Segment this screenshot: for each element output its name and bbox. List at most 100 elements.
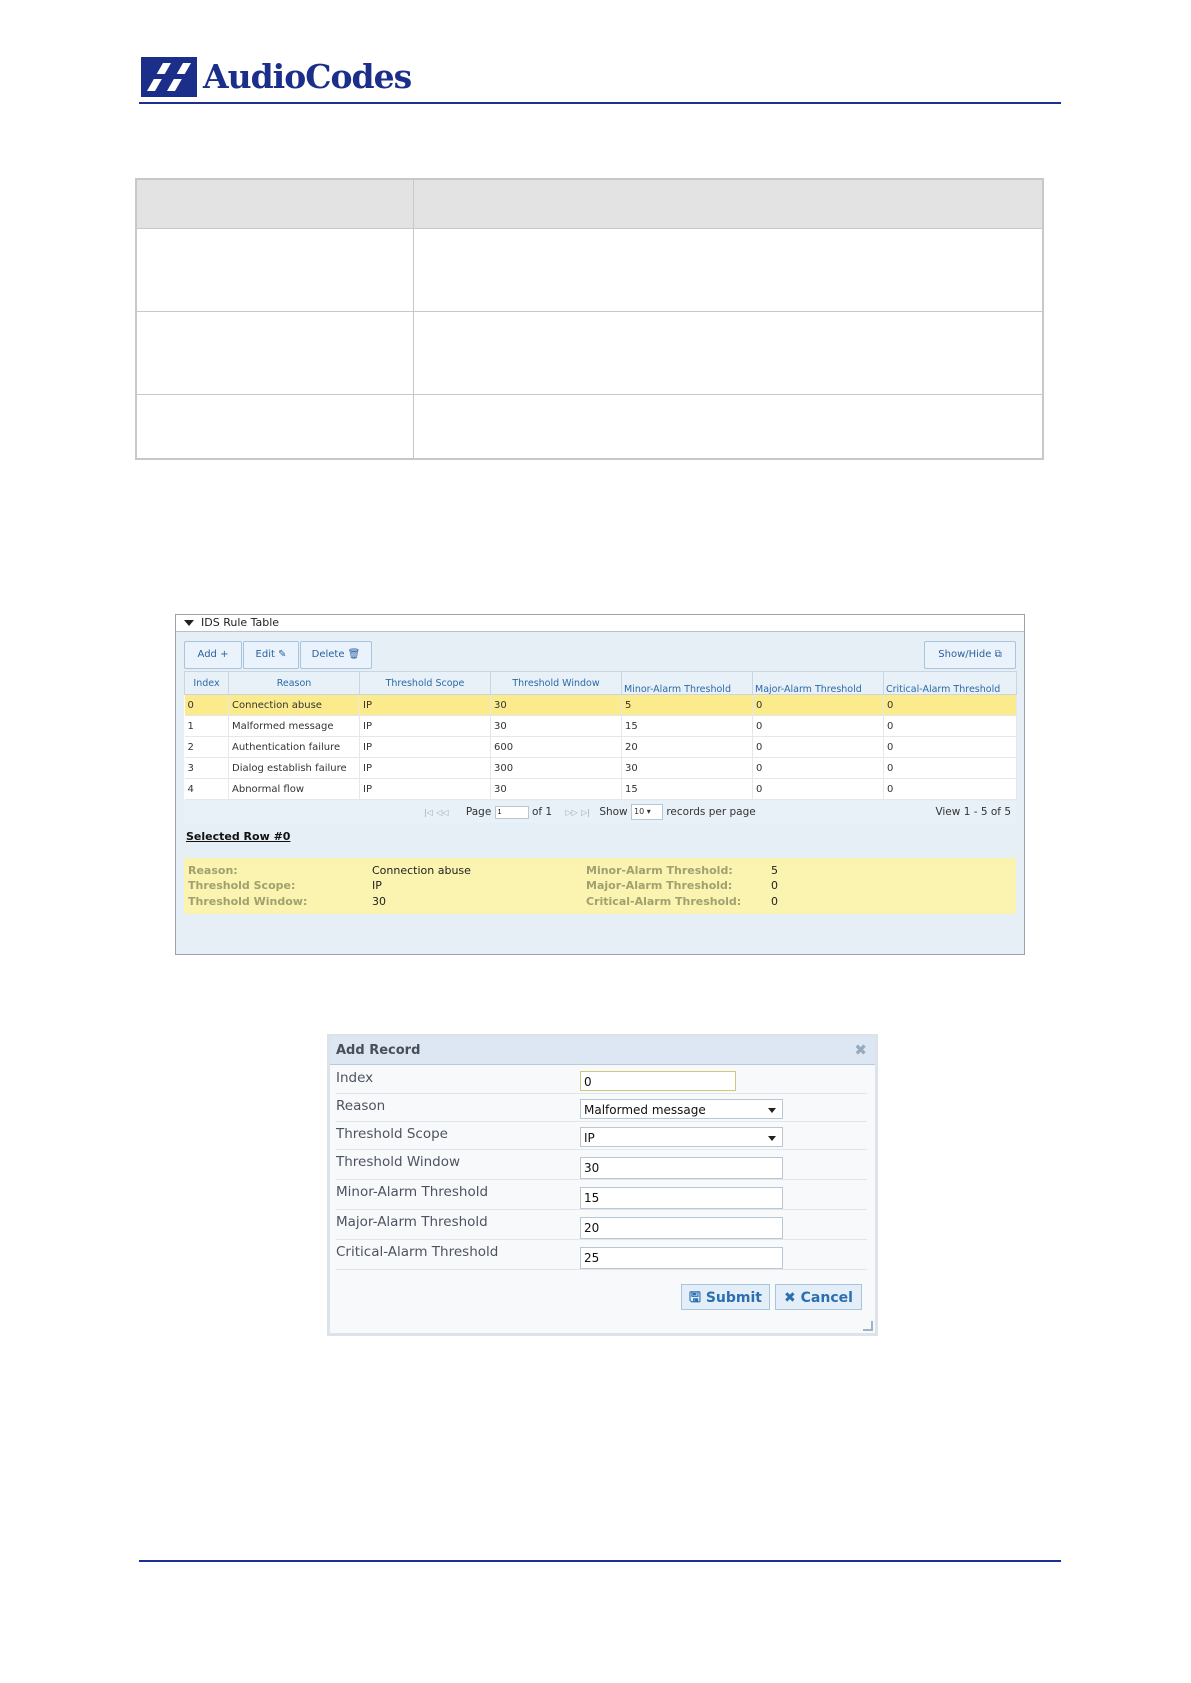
field-label: Reason <box>336 1098 386 1114</box>
show-label: Show <box>599 806 628 818</box>
dialog-title: Add Record <box>336 1043 421 1058</box>
form-row-index: Index 0 <box>336 1065 867 1094</box>
cell: 20 <box>621 736 753 758</box>
col-header-major-alarm[interactable]: Major-Alarm Threshold <box>752 671 884 695</box>
cell: 15 <box>621 778 753 800</box>
cell: 15 <box>621 715 753 737</box>
cell: 0 <box>752 778 884 800</box>
footer-rule <box>139 1560 1061 1562</box>
view-range-label: View 1 - 5 of 5 <box>935 806 1011 818</box>
cell: 0 <box>184 694 229 716</box>
cell: 30 <box>490 778 622 800</box>
col-header-index[interactable]: Index <box>184 671 229 695</box>
form-row-reason: Reason Malformed message <box>336 1093 867 1122</box>
detail-value: 0 <box>771 895 778 908</box>
cell: 0 <box>752 736 884 758</box>
doc-table-row <box>135 311 1044 395</box>
cell: 2 <box>184 736 229 758</box>
reason-select[interactable]: Malformed message <box>580 1099 783 1119</box>
form-row-threshold-scope: Threshold Scope IP <box>336 1121 867 1150</box>
col-header-threshold-scope[interactable]: Threshold Scope <box>359 671 491 695</box>
first-page-icon[interactable]: |◁ <box>424 808 433 817</box>
cell: 0 <box>752 694 884 716</box>
field-label: Threshold Window <box>336 1154 461 1170</box>
col-header-reason[interactable]: Reason <box>228 671 360 695</box>
page-input[interactable] <box>494 805 529 819</box>
field-label: Index <box>336 1070 374 1086</box>
minor-alarm-threshold-field[interactable]: 15 <box>580 1187 783 1209</box>
last-page-icon[interactable]: ▷| <box>581 808 590 817</box>
field-label: Major-Alarm Threshold <box>336 1214 488 1230</box>
cell: Connection abuse <box>228 694 360 716</box>
cell: 0 <box>883 778 1017 800</box>
cell: 300 <box>490 757 622 779</box>
field-label: Minor-Alarm Threshold <box>336 1184 489 1200</box>
cell: IP <box>359 757 491 779</box>
submit-button[interactable]: 🖫 Submit <box>681 1284 770 1310</box>
cell: IP <box>359 736 491 758</box>
detail-label: Major-Alarm Threshold: <box>586 879 733 892</box>
detail-label: Threshold Window: <box>188 895 308 908</box>
form-row-critical-alarm: Critical-Alarm Threshold 25 <box>336 1239 867 1270</box>
table-row[interactable]: 0 Connection abuse IP 30 5 0 0 <box>184 694 1017 716</box>
cell: 600 <box>490 736 622 758</box>
col-header-threshold-window[interactable]: Threshold Window <box>490 671 622 695</box>
cell: 1 <box>184 715 229 737</box>
dropdown-arrow-icon: ▾ <box>646 807 651 816</box>
add-button[interactable]: Add + <box>184 641 242 669</box>
audiocodes-logo-mark-icon <box>141 57 197 97</box>
critical-alarm-threshold-field[interactable]: 25 <box>580 1247 783 1269</box>
cell: 4 <box>184 778 229 800</box>
collapse-triangle-icon[interactable] <box>184 620 194 626</box>
edit-button[interactable]: Edit ✎ <box>243 641 299 669</box>
cell: 3 <box>184 757 229 779</box>
cell: Authentication failure <box>228 736 360 758</box>
field-label: Critical-Alarm Threshold <box>336 1244 499 1260</box>
form-row-minor-alarm: Minor-Alarm Threshold 15 <box>336 1179 867 1210</box>
ids-rule-grid: Index Reason Threshold Scope Threshold W… <box>184 671 1017 800</box>
delete-button[interactable]: Delete 🗑 <box>300 641 372 669</box>
col-header-minor-alarm[interactable]: Minor-Alarm Threshold <box>621 671 753 695</box>
cell: IP <box>359 778 491 800</box>
show-hide-button[interactable]: Show/Hide ⧉ <box>924 641 1016 669</box>
table-row[interactable]: 1 Malformed message IP 30 15 0 0 <box>184 715 1017 737</box>
form-row-major-alarm: Major-Alarm Threshold 20 <box>336 1209 867 1240</box>
threshold-scope-select[interactable]: IP <box>580 1127 783 1147</box>
cell: 0 <box>883 736 1017 758</box>
records-label: records per page <box>666 806 756 818</box>
doc-table-header-cell <box>413 178 1044 229</box>
cell: Dialog establish failure <box>228 757 360 779</box>
prev-page-icon[interactable]: ◁◁ <box>436 808 448 817</box>
records-per-page-select[interactable]: 10 ▾ <box>631 804 663 820</box>
index-field[interactable]: 0 <box>580 1071 736 1091</box>
logo-text: AudioCodes <box>203 57 412 96</box>
cell: IP <box>359 694 491 716</box>
detail-label: Threshold Scope: <box>188 879 296 892</box>
field-label: Threshold Scope <box>336 1126 448 1142</box>
detail-value: Connection abuse <box>372 864 471 877</box>
major-alarm-threshold-field[interactable]: 20 <box>580 1217 783 1239</box>
ids-panel-header[interactable]: IDS Rule Table <box>176 615 1024 632</box>
cell: 0 <box>883 715 1017 737</box>
cell: 30 <box>490 694 622 716</box>
cell: 5 <box>621 694 753 716</box>
page-label: Page <box>465 806 492 818</box>
detail-label: Reason: <box>188 864 238 877</box>
threshold-window-field[interactable]: 30 <box>580 1157 783 1179</box>
cancel-button[interactable]: ✖ Cancel <box>775 1284 862 1310</box>
col-header-critical-alarm[interactable]: Critical-Alarm Threshold <box>883 671 1017 695</box>
close-icon[interactable]: ✖ <box>854 1041 867 1059</box>
table-row[interactable]: 3 Dialog establish failure IP 300 30 0 0 <box>184 757 1017 779</box>
resize-grip[interactable] <box>863 1321 873 1331</box>
cell: 0 <box>883 694 1017 716</box>
pager: |◁ ◁◁ Page of 1 ▷▷ ▷| Show 10 ▾ records … <box>184 801 1016 823</box>
detail-label: Minor-Alarm Threshold: <box>586 864 733 877</box>
next-page-icon[interactable]: ▷▷ <box>565 808 577 817</box>
table-row[interactable]: 4 Abnormal flow IP 30 15 0 0 <box>184 778 1017 800</box>
cell: IP <box>359 715 491 737</box>
detail-value: 5 <box>771 864 778 877</box>
doc-table-row <box>135 228 1044 312</box>
selected-row-link[interactable]: Selected Row #0 <box>186 830 290 843</box>
dialog-header[interactable]: Add Record ✖ <box>330 1037 875 1065</box>
table-row[interactable]: 2 Authentication failure IP 600 20 0 0 <box>184 736 1017 758</box>
